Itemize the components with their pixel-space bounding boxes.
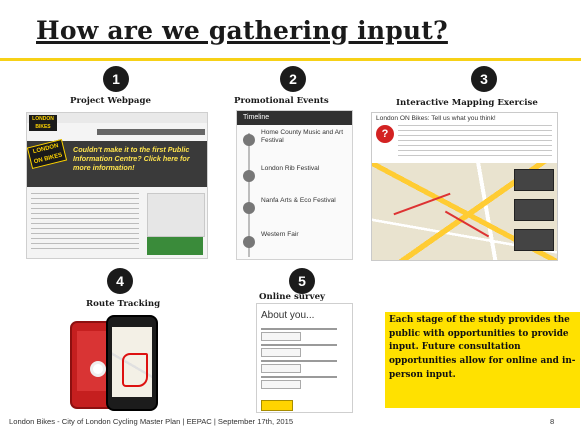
timeline-event: Western Fair: [243, 231, 349, 257]
step-badge-3: 3: [471, 66, 497, 92]
webpage-headline: Couldn't make it to the first Public Inf…: [73, 145, 190, 172]
map-comment-popup: [514, 199, 554, 221]
timeline-event: Nanfa Arts & Eco Festival: [243, 197, 349, 223]
survey-title: About you...: [261, 310, 315, 321]
online-survey-screenshot: About you...: [256, 303, 353, 413]
slide-title: How are we gathering input?: [36, 16, 448, 45]
title-underline-bar: [0, 58, 581, 61]
record-button-icon: [90, 361, 106, 377]
interactive-mapping-screenshot: London ON Bikes: Tell us what you think!…: [371, 112, 558, 261]
route-tracking-phones: [70, 315, 180, 411]
survey-question: [261, 360, 345, 373]
timeline-event: Home County Music and Art Festival: [243, 129, 349, 155]
tracked-route-icon: [122, 353, 148, 387]
page-number: 8: [550, 417, 555, 426]
step-badge-2: 2: [280, 66, 306, 92]
callout-box: Each stage of the study provides the pub…: [385, 312, 580, 408]
survey-continue-button: [261, 400, 293, 411]
caption-promotional-events: Promotional Events: [234, 96, 329, 106]
site-nav-bar: [97, 129, 205, 135]
event-icon: [243, 236, 255, 248]
caption-route-tracking: Route Tracking: [86, 299, 161, 309]
phone-map-screen: [112, 327, 152, 397]
map-heading: London ON Bikes: Tell us what you think!: [376, 115, 496, 122]
slide-footer: London Bikes - City of London Cycling Ma…: [9, 417, 294, 426]
event-name: Western Fair: [261, 231, 299, 238]
promotional-events-timeline: Timeline Home County Music and Art Festi…: [236, 110, 353, 260]
map-intro: London ON Bikes: Tell us what you think!…: [372, 113, 557, 163]
caption-interactive-mapping: Interactive Mapping Exercise: [396, 98, 538, 108]
event-icon: [243, 170, 255, 182]
survey-question: [261, 344, 345, 357]
event-icon: [243, 134, 255, 146]
map-comment-popup: [514, 229, 554, 251]
timeline-event: London Rib Festival: [243, 165, 349, 191]
event-icon: [243, 202, 255, 214]
step-badge-5: 5: [289, 268, 315, 294]
webpage-body-text: [31, 193, 139, 253]
slide: How are we gathering input? 1 Project We…: [0, 0, 581, 438]
give-active-banner: [147, 237, 203, 255]
caption-online-survey: Online survey: [259, 292, 326, 302]
black-phone: [106, 315, 158, 411]
city-map: [372, 163, 557, 260]
event-name: Nanfa Arts & Eco Festival: [261, 197, 336, 204]
map-comment-popup: [514, 169, 554, 191]
london-bikes-logo: LONDON BIKES: [29, 115, 57, 131]
project-webpage-screenshot: LONDON BIKES Couldn't make it to the fir…: [26, 112, 208, 259]
step-badge-4: 4: [107, 268, 133, 294]
route-line: [444, 210, 490, 238]
event-name: Home County Music and Art Festival: [261, 129, 344, 144]
survey-question: [261, 376, 345, 389]
callout-text: Each stage of the study provides the pub…: [389, 315, 576, 380]
survey-question: [261, 328, 345, 341]
question-mark-icon: ?: [376, 125, 394, 143]
event-name: London Rib Festival: [261, 165, 320, 172]
route-line: [393, 192, 451, 216]
step-badge-1: 1: [103, 66, 129, 92]
timeline-header: Timeline: [237, 111, 352, 125]
caption-project-webpage: Project Webpage: [70, 96, 151, 106]
webpage-sidebar-events: [147, 193, 205, 237]
map-intro-text: [398, 125, 552, 159]
